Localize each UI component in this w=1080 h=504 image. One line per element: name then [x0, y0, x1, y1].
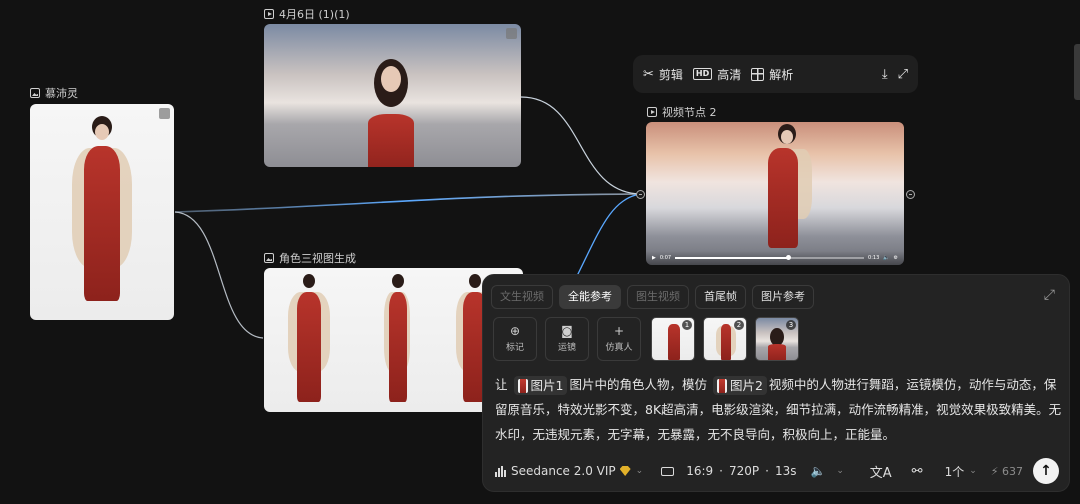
video-node-toolbar: ✂ 剪辑 HD 高清 解析 ⤓ ⤢	[633, 55, 918, 93]
input-port[interactable]	[636, 190, 645, 199]
dancer-figure	[364, 44, 424, 167]
output-settings-selector[interactable]: 16:9 · 720P · 13s 🔈 ⌄	[661, 464, 844, 478]
video-controls: ▶ 0:07 0:13 🔈 ⚙	[646, 251, 904, 265]
video-source-node[interactable]	[264, 24, 521, 167]
hd-button[interactable]: HD 高清	[692, 66, 741, 83]
node-title-character: 慕沛灵	[30, 85, 78, 101]
front-view-figure	[288, 274, 330, 408]
chevron-down-icon: ⌄	[635, 466, 644, 476]
generation-settings-bar: Seedance 2.0 VIP ⌄ 16:9 · 720P · 13s 🔈 ⌄…	[495, 457, 1059, 485]
image-icon	[30, 88, 40, 98]
sliders-icon[interactable]: ⚯	[912, 464, 923, 479]
tab-image-reference[interactable]: 图片参考	[752, 285, 814, 309]
edit-button[interactable]: ✂ 剪辑	[643, 66, 683, 83]
chip-thumbnail	[716, 378, 727, 393]
translate-icon[interactable]: 文A	[870, 462, 892, 481]
tab-first-last-frame[interactable]: 首尾帧	[695, 285, 746, 309]
lightning-icon: ⚡	[990, 464, 999, 478]
chevron-down-icon: ⌄	[836, 466, 844, 476]
prompt-panel: 文生视频 全能参考 图生视频 首尾帧 图片参考 ⤢ ⊕ 标记 ◙ 运镜 + 仿真…	[482, 274, 1070, 492]
reference-video-3[interactable]: 3	[755, 317, 799, 361]
reference-thumbnails: 1 2 3	[651, 317, 799, 361]
edge-source-video	[520, 96, 641, 195]
tool-buttons: ⊕ 标记 ◙ 运镜 + 仿真人	[493, 317, 641, 361]
audio-icon: 🔈	[810, 464, 826, 478]
mark-icon: ⊕	[509, 324, 521, 338]
send-button[interactable]: ↑	[1033, 458, 1059, 484]
download-icon[interactable]: ⤓	[882, 67, 888, 82]
node-menu-icon[interactable]	[506, 28, 517, 39]
analyze-button[interactable]: 解析	[751, 66, 793, 83]
reference-image-1[interactable]: 1	[651, 317, 695, 361]
vip-diamond-icon	[619, 466, 631, 476]
chevron-down-icon: ⌄	[969, 466, 977, 476]
chip-thumbnail	[517, 378, 528, 393]
model-bars-icon	[495, 465, 506, 477]
character-image-node[interactable]	[30, 104, 174, 320]
grid-icon	[751, 67, 765, 81]
reference-image-2[interactable]: 2	[703, 317, 747, 361]
aspect-ratio-icon	[661, 466, 675, 476]
side-view-figure	[384, 274, 410, 408]
model-selector[interactable]: Seedance 2.0 VIP ⌄	[495, 464, 643, 478]
image-ref-chip-2[interactable]: 图片2	[712, 376, 767, 395]
video-node[interactable]: ▶ 0:07 0:13 🔈 ⚙	[646, 122, 904, 265]
node-title-video-node: 视频节点 2	[647, 104, 717, 120]
video-seek-bar[interactable]	[675, 255, 865, 260]
credits-cost: ⚡ 637	[990, 464, 1023, 478]
node-title-three-view: 角色三视图生成	[264, 250, 356, 266]
mark-button[interactable]: ⊕ 标记	[493, 317, 537, 361]
expand-icon[interactable]: ⤢	[1044, 287, 1055, 303]
edge-character-video	[174, 193, 641, 213]
settings-icon[interactable]: ⚙	[894, 255, 898, 261]
node-menu-icon[interactable]	[159, 108, 170, 119]
output-port[interactable]	[906, 190, 915, 199]
realistic-human-button[interactable]: + 仿真人	[597, 317, 641, 361]
play-icon[interactable]: ▶	[652, 255, 656, 261]
camera-move-button[interactable]: ◙ 运镜	[545, 317, 589, 361]
plus-icon: +	[613, 324, 625, 338]
arrow-up-icon: ↑	[1040, 463, 1052, 479]
camera-icon: ◙	[561, 324, 573, 338]
fullscreen-icon[interactable]: ⤢	[898, 67, 908, 82]
volume-icon[interactable]: 🔈	[883, 255, 889, 261]
prompt-input[interactable]: 让 图片1 图片中的角色人物，模仿 图片2 视频中的人物进行舞蹈，运镜模仿，动作与动…	[495, 372, 1065, 447]
node-title-video-source: 4月6日 (1)(1)	[264, 6, 350, 22]
character-figure	[72, 116, 132, 316]
generated-dancer-figure	[756, 124, 816, 252]
tab-image-to-video[interactable]: 图生视频	[627, 285, 689, 309]
hd-icon: HD	[692, 68, 713, 80]
tab-omni-reference[interactable]: 全能参考	[559, 285, 621, 309]
scissors-icon: ✂	[643, 66, 654, 82]
video-icon	[264, 9, 274, 19]
side-panel-handle[interactable]	[1074, 44, 1080, 100]
edge-threeview-video	[574, 193, 641, 281]
node-canvas[interactable]: 慕沛灵 4月6日 (1)(1) 角色三视图生成 ✂ 剪辑 HD 高清 解析 ⤓ …	[0, 0, 1080, 504]
output-count-selector[interactable]: 1个 ⌄	[945, 463, 977, 480]
mode-tabs: 文生视频 全能参考 图生视频 首尾帧 图片参考	[491, 285, 814, 309]
image-ref-chip-1[interactable]: 图片1	[513, 376, 568, 395]
tab-text-to-video[interactable]: 文生视频	[491, 285, 553, 309]
edge-character-threeview	[174, 211, 264, 339]
video-icon	[647, 107, 657, 117]
image-icon	[264, 253, 274, 263]
